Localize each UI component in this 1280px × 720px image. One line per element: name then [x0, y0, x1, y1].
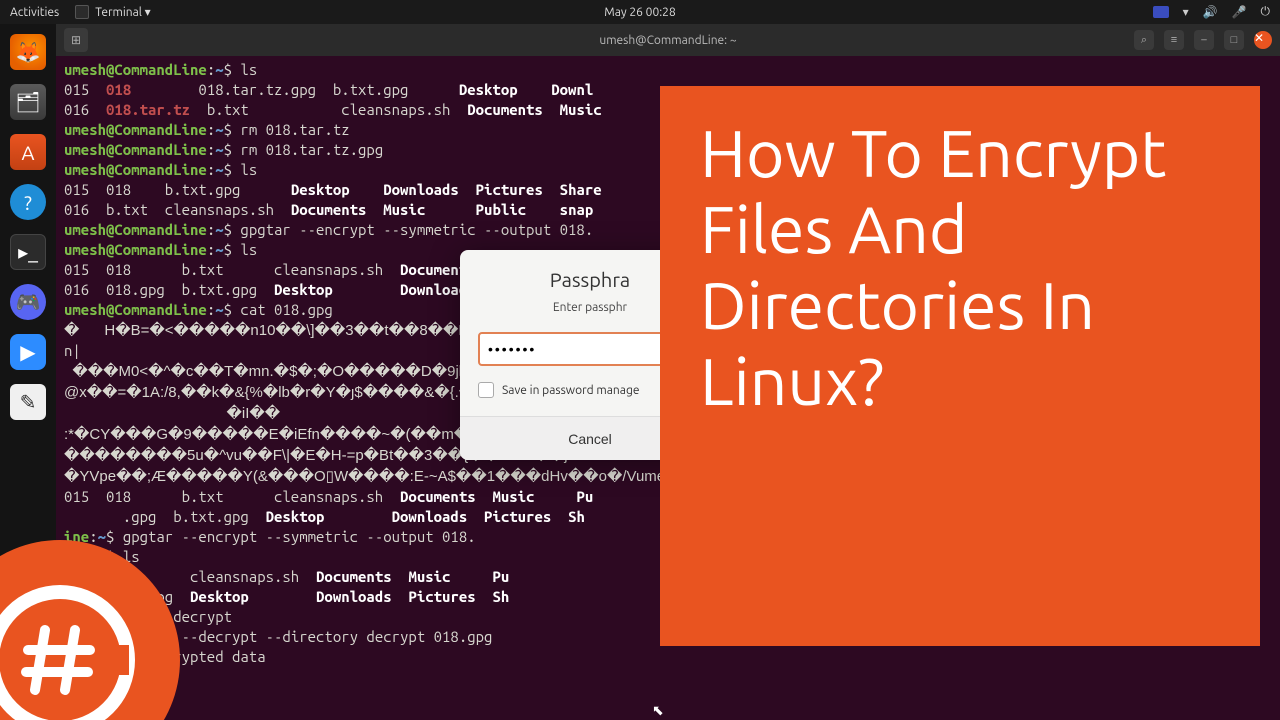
zoom-icon: ▶	[10, 334, 46, 370]
video-title-overlay: How To Encrypt Files And Directories In …	[660, 86, 1260, 646]
discord-icon: 🎮	[10, 284, 46, 320]
save-password-checkbox[interactable]	[478, 382, 494, 398]
dock-terminal[interactable]: ▸_	[6, 230, 50, 274]
dock-help[interactable]: ?	[6, 180, 50, 224]
minimize-button[interactable]: –	[1194, 30, 1214, 50]
dock-firefox[interactable]: 🦊	[6, 30, 50, 74]
mouse-cursor-icon: ⬉	[652, 702, 664, 719]
dock-files[interactable]: 🗂	[6, 80, 50, 124]
gnome-top-panel: Activities Terminal ▾ May 26 00:28 ▾ 🔊 🎤…	[0, 0, 1280, 24]
mic-icon[interactable]: 🎤	[1232, 5, 1247, 19]
power-icon[interactable]: ⏻	[1261, 5, 1271, 19]
app-name-label: Terminal ▾	[95, 5, 150, 19]
terminal-icon: ▸_	[10, 234, 46, 270]
vpn-badge-icon[interactable]	[1153, 6, 1169, 18]
dock-gedit[interactable]: ✎	[6, 380, 50, 424]
activities-button[interactable]: Activities	[10, 6, 59, 19]
app-indicator[interactable]: Terminal ▾	[75, 5, 150, 19]
window-title: umesh@CommandLine: ~	[599, 34, 736, 47]
dock-software[interactable]: A	[6, 130, 50, 174]
new-tab-button[interactable]: ⊞	[64, 28, 88, 52]
firefox-icon: 🦊	[10, 34, 46, 70]
dock-discord[interactable]: 🎮	[6, 280, 50, 324]
network-icon[interactable]: ▾	[1183, 5, 1189, 19]
gedit-icon: ✎	[10, 384, 46, 420]
save-password-label: Save in password manage	[502, 384, 639, 397]
clock-label[interactable]: May 26 00:28	[604, 6, 675, 19]
maximize-button[interactable]: □	[1224, 30, 1244, 50]
software-icon: A	[10, 134, 46, 170]
dock-zoom[interactable]: ▶	[6, 330, 50, 374]
files-icon: 🗂	[10, 84, 46, 120]
volume-icon[interactable]: 🔊	[1203, 5, 1218, 19]
system-tray: ▾ 🔊 🎤 ⏻	[1153, 5, 1270, 19]
window-title-bar: ⊞ umesh@CommandLine: ~ ⌕ ≡ – □ ✕	[56, 24, 1280, 56]
hash-icon	[20, 620, 100, 700]
menu-button[interactable]: ≡	[1164, 30, 1184, 50]
help-icon: ?	[10, 184, 46, 220]
logo-ring-icon	[0, 585, 135, 720]
terminal-small-icon	[75, 5, 89, 19]
close-button[interactable]: ✕	[1254, 31, 1272, 49]
search-button[interactable]: ⌕	[1134, 30, 1154, 50]
